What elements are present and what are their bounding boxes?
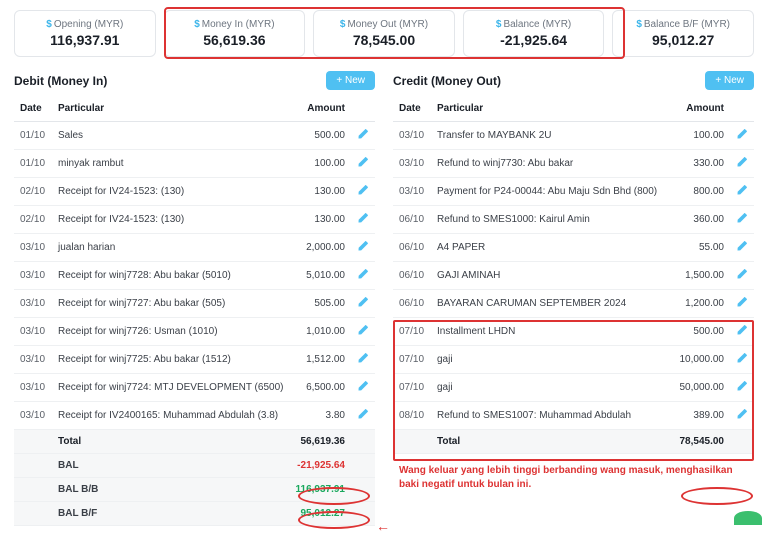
table-row: 06/10Refund to SMES1000: Kairul Amin360.… [393,206,754,234]
debit-th-date: Date [14,96,52,122]
credit-table: Date Particular Amount 03/10Transfer to … [393,96,754,454]
debit-new-button[interactable]: + New [326,71,375,90]
table-row: 03/10Receipt for winj7725: Abu bakar (15… [14,346,375,374]
edit-icon[interactable] [736,128,748,140]
table-row: 03/10Transfer to MAYBANK 2U100.00 [393,122,754,150]
table-row: 03/10Receipt for winj7724: MTJ DEVELOPME… [14,374,375,402]
edit-icon[interactable] [736,184,748,196]
table-row: 07/10gaji10,000.00 [393,346,754,374]
table-row: 06/10A4 PAPER55.00 [393,234,754,262]
table-row: 02/10Receipt for IV24-1523: (130)130.00 [14,206,375,234]
summary-card-3: $Balance (MYR)-21,925.64 [463,10,605,57]
summary-card-0: $Opening (MYR)116,937.91 [14,10,156,57]
edit-icon[interactable] [736,268,748,280]
summary-card-2: $Money Out (MYR)78,545.00 [313,10,455,57]
table-row: 08/10Refund to SMES1007: Muhammad Abdula… [393,402,754,430]
edit-icon[interactable] [736,380,748,392]
table-row: 03/10Receipt for winj7727: Abu bakar (50… [14,290,375,318]
table-row: 03/10Receipt for winj7726: Usman (1010)1… [14,318,375,346]
debit-title: Debit (Money In) [14,74,107,88]
table-row: 06/10BAYARAN CARUMAN SEPTEMBER 20241,200… [393,290,754,318]
edit-icon[interactable] [736,296,748,308]
table-row: 03/10Refund to winj7730: Abu bakar330.00 [393,150,754,178]
edit-icon[interactable] [736,408,748,420]
table-row: 01/10Sales500.00 [14,122,375,150]
edit-icon[interactable] [357,212,369,224]
debit-th-particular: Particular [52,96,289,122]
table-row: 07/10Installment LHDN500.00 [393,318,754,346]
edit-icon[interactable] [357,156,369,168]
edit-icon[interactable] [357,184,369,196]
edit-icon[interactable] [357,352,369,364]
edit-icon[interactable] [736,156,748,168]
edit-icon[interactable] [736,240,748,252]
annotation-arrow: ← [376,518,390,534]
edit-icon[interactable] [357,268,369,280]
footer-row: BAL-21,925.64 [14,454,375,478]
edit-icon[interactable] [357,324,369,336]
summary-card-4: $Balance B/F (MYR)95,012.27 [612,10,754,57]
chat-fab[interactable] [734,511,762,525]
annotation-note: Wang keluar yang lebih tinggi berbanding… [393,464,754,492]
table-row: 02/10Receipt for IV24-1523: (130)130.00 [14,178,375,206]
table-row: 03/10jualan harian2,000.00 [14,234,375,262]
edit-icon[interactable] [357,296,369,308]
debit-column: Debit (Money In) + New Date Particular A… [14,71,375,526]
table-row: 01/10minyak rambut100.00 [14,150,375,178]
table-row: 03/10Payment for P24-00044: Abu Maju Sdn… [393,178,754,206]
footer-row: Total78,545.00 [393,430,754,454]
edit-icon[interactable] [357,240,369,252]
edit-icon[interactable] [357,408,369,420]
credit-title: Credit (Money Out) [393,74,501,88]
credit-th-amount: Amount [671,96,730,122]
edit-icon[interactable] [736,212,748,224]
edit-icon[interactable] [736,352,748,364]
debit-th-amount: Amount [289,96,351,122]
table-row: 03/10Receipt for IV2400165: Muhammad Abd… [14,402,375,430]
edit-icon[interactable] [357,128,369,140]
table-row: 07/10gaji50,000.00 [393,374,754,402]
table-row: 03/10Receipt for winj7728: Abu bakar (50… [14,262,375,290]
debit-table: Date Particular Amount 01/10Sales500.000… [14,96,375,526]
credit-th-date: Date [393,96,431,122]
credit-th-particular: Particular [431,96,671,122]
footer-row: BAL B/B116,937.91 [14,478,375,502]
edit-icon[interactable] [736,324,748,336]
credit-column: Credit (Money Out) + New Date Particular… [393,71,754,526]
summary-card-1: $Money In (MYR)56,619.36 [164,10,306,57]
edit-icon[interactable] [357,380,369,392]
footer-row: Total56,619.36 [14,430,375,454]
footer-row: BAL B/F95,012.27 [14,502,375,526]
credit-new-button[interactable]: + New [705,71,754,90]
summary-cards: $Opening (MYR)116,937.91$Money In (MYR)5… [14,10,754,57]
table-row: 06/10GAJI AMINAH1,500.00 [393,262,754,290]
